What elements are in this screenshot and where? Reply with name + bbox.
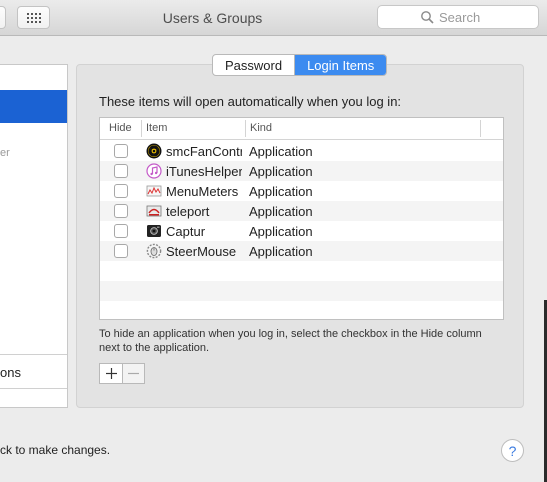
hide-checkbox[interactable] [114, 244, 128, 258]
table-row[interactable]: MenuMeters Application [100, 181, 503, 201]
column-divider [245, 120, 246, 137]
user-list-truncated-text: er [0, 147, 10, 159]
column-divider [480, 120, 481, 137]
meter-icon [146, 185, 162, 197]
table-header: Hide Item Kind [100, 118, 503, 140]
table-row[interactable]: iTunesHelper Application [100, 161, 503, 181]
mouse-icon [146, 243, 162, 259]
item-kind: Application [249, 244, 313, 259]
user-list-divider [0, 354, 67, 355]
item-kind: Application [249, 224, 313, 239]
add-remove-control [99, 363, 145, 384]
column-header-kind[interactable]: Kind [250, 122, 272, 134]
hide-checkbox[interactable] [114, 204, 128, 218]
item-kind: Application [249, 144, 313, 159]
radiation-icon [146, 143, 162, 159]
user-list-selected-row[interactable] [0, 90, 67, 123]
user-list-bottom-divider [0, 388, 67, 389]
column-header-item[interactable]: Item [146, 122, 167, 134]
column-divider [141, 120, 142, 137]
item-name: Captur [166, 224, 206, 239]
teleport-icon [146, 205, 162, 217]
item-kind: Application [249, 184, 313, 199]
hide-checkbox[interactable] [114, 184, 128, 198]
item-name: SteerMouse [166, 244, 237, 259]
plus-icon [105, 368, 117, 379]
add-item-button[interactable] [100, 364, 122, 383]
item-kind: Application [249, 164, 313, 179]
empty-row [100, 261, 503, 281]
login-items-table: Hide Item Kind smcFanContr Application i… [99, 117, 504, 320]
grid-icon [26, 12, 41, 23]
search-placeholder: Search [439, 10, 481, 25]
help-label: ? [508, 442, 517, 459]
minus-icon [128, 372, 139, 375]
hide-checkbox[interactable] [114, 224, 128, 238]
hide-checkbox[interactable] [114, 164, 128, 178]
help-button[interactable]: ? [501, 439, 524, 462]
window-title: Users & Groups [162, 10, 263, 26]
tab-password[interactable]: Password [213, 55, 294, 75]
login-options-item[interactable]: ons [0, 365, 21, 380]
intro-text: These items will open automatically when… [99, 94, 402, 109]
lock-instruction-text: ck to make changes. [0, 443, 111, 457]
column-header-hide[interactable]: Hide [109, 122, 132, 134]
table-row[interactable]: smcFanContr Application [100, 141, 503, 161]
item-name: teleport [166, 204, 210, 219]
item-name: smcFanContr [166, 144, 242, 159]
hide-hint-text: To hide an application when you log in, … [99, 328, 482, 354]
title-bar: Users & Groups Search [0, 0, 547, 36]
search-input[interactable]: Search [377, 5, 539, 29]
table-row[interactable]: SteerMouse Application [100, 241, 503, 261]
tab-login-items[interactable]: Login Items [294, 55, 387, 75]
itunes-icon [146, 163, 162, 179]
camera-icon [147, 225, 161, 237]
search-icon [421, 11, 434, 24]
tab-bar: Password Login Items [212, 54, 388, 76]
show-all-button[interactable] [17, 6, 50, 29]
remove-item-button[interactable] [122, 364, 144, 383]
hide-checkbox[interactable] [114, 144, 128, 158]
item-name: MenuMeters [166, 184, 239, 199]
table-row[interactable]: Captur Application [100, 221, 503, 241]
empty-row [100, 301, 503, 319]
empty-row [100, 281, 503, 301]
back-button[interactable] [0, 6, 6, 29]
item-kind: Application [249, 204, 313, 219]
table-row[interactable]: teleport Application [100, 201, 503, 221]
item-name: iTunesHelper [166, 164, 242, 179]
